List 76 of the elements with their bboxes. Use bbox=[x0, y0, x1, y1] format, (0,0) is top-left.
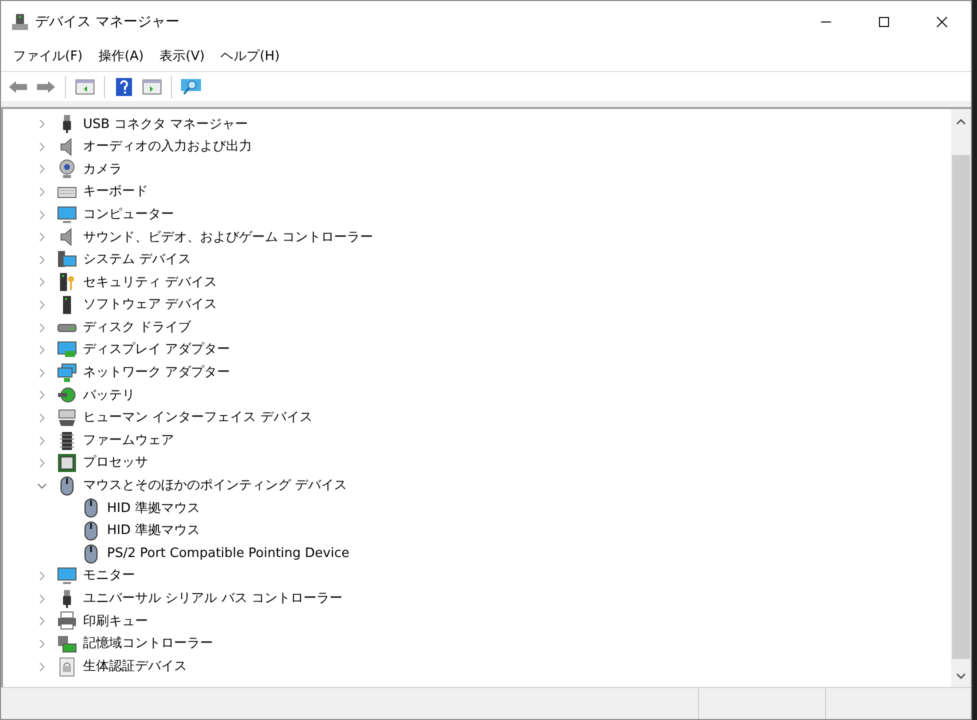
chevron-right-icon[interactable] bbox=[37, 368, 47, 378]
chevron-right-icon[interactable] bbox=[37, 594, 47, 604]
device-manager-icon bbox=[11, 13, 29, 31]
close-icon bbox=[936, 16, 948, 28]
tree-item[interactable]: モニター bbox=[83, 566, 135, 586]
chevron-right-icon[interactable] bbox=[37, 300, 47, 310]
chevron-right-icon[interactable] bbox=[37, 210, 47, 220]
menu-item[interactable]: ヘルプ(H) bbox=[212, 45, 288, 69]
tree-item[interactable]: ソフトウェア デバイス bbox=[83, 295, 218, 315]
webcam-icon bbox=[57, 159, 77, 180]
chevron-right-icon[interactable] bbox=[37, 638, 47, 649]
fingerprint-icon bbox=[57, 656, 77, 677]
forward-arrow-icon bbox=[36, 78, 56, 94]
tree-item[interactable]: ユニバーサル シリアル バス コントローラー bbox=[83, 589, 342, 609]
monitor-icon bbox=[57, 566, 77, 586]
chevron-right-icon[interactable] bbox=[37, 277, 47, 288]
tree-item[interactable]: PS/2 Port Compatible Pointing Device bbox=[107, 544, 350, 564]
tree-item[interactable]: ヒューマン インターフェイス デバイス bbox=[83, 408, 312, 428]
chevron-right-icon[interactable] bbox=[37, 616, 47, 626]
scroll-up-icon[interactable] bbox=[956, 119, 966, 125]
window-title: デバイス マネージャー bbox=[35, 12, 180, 32]
scrollbar[interactable] bbox=[951, 109, 971, 687]
tree-item[interactable]: ディスプレイ アダプター bbox=[83, 340, 230, 360]
tree-item[interactable]: プロセッサ bbox=[83, 453, 148, 473]
gamepad-keyboard-icon bbox=[57, 408, 77, 428]
menu-item[interactable]: ファイル(F) bbox=[5, 45, 91, 69]
chevron-right-icon[interactable] bbox=[37, 413, 47, 424]
chevron-right-icon[interactable] bbox=[37, 458, 47, 468]
back-arrow-icon bbox=[8, 78, 28, 94]
tree-item[interactable]: 印刷キュー bbox=[83, 612, 148, 632]
tree-item[interactable]: バッテリ bbox=[83, 386, 135, 406]
tree-item[interactable]: セキュリティ デバイス bbox=[83, 272, 218, 292]
chevron-down-icon[interactable] bbox=[37, 480, 47, 491]
tree-item[interactable]: マウスとそのほかのポインティング デバイス bbox=[83, 476, 348, 496]
tree-item[interactable]: カメラ bbox=[83, 160, 122, 180]
network-monitors-icon bbox=[57, 362, 77, 383]
chip-icon bbox=[57, 430, 77, 451]
tree-item[interactable]: 生体認証デバイス bbox=[83, 656, 187, 676]
disk-drive-icon bbox=[57, 324, 77, 332]
printer-icon bbox=[57, 611, 77, 632]
chevron-right-icon[interactable] bbox=[37, 254, 47, 265]
tree-item[interactable]: オーディオの入力および出力 bbox=[83, 137, 252, 157]
tree-item[interactable]: コンピューター bbox=[83, 204, 174, 224]
chevron-right-icon[interactable] bbox=[37, 390, 47, 400]
tree-item[interactable]: キーボード bbox=[83, 182, 148, 202]
chevron-right-icon[interactable] bbox=[37, 187, 47, 198]
chevron-right-icon[interactable] bbox=[37, 232, 47, 242]
maximize-icon bbox=[878, 16, 890, 28]
chevron-right-icon[interactable] bbox=[37, 436, 47, 446]
tree-item[interactable]: システム デバイス bbox=[83, 250, 192, 270]
menu-item[interactable]: 操作(A) bbox=[90, 45, 152, 69]
chevron-right-icon[interactable] bbox=[37, 142, 47, 152]
menu-item[interactable]: 表示(V) bbox=[152, 45, 213, 69]
tree-item[interactable]: ファームウェア bbox=[83, 430, 174, 450]
chevron-right-icon[interactable] bbox=[37, 345, 47, 356]
tree-item[interactable]: サウンド、ビデオ、およびゲーム コントローラー bbox=[83, 228, 374, 248]
battery-plug-icon bbox=[57, 385, 77, 406]
chevron-right-icon[interactable] bbox=[37, 164, 47, 174]
processor-icon bbox=[57, 453, 77, 474]
tree-item[interactable]: HID 準拠マウス bbox=[107, 521, 200, 541]
scrollbar-thumb[interactable] bbox=[952, 155, 970, 659]
tree-item[interactable]: ネットワーク アダプター bbox=[83, 363, 230, 383]
tree-item[interactable]: USB コネクタ マネージャー bbox=[83, 114, 248, 134]
computer-icon bbox=[57, 250, 77, 270]
tree-item[interactable]: ディスク ドライブ bbox=[83, 318, 192, 338]
monitor-icon bbox=[57, 204, 77, 225]
keyboard-icon bbox=[57, 186, 77, 198]
device-key-icon bbox=[57, 272, 77, 292]
scroll-down-icon[interactable] bbox=[956, 673, 966, 679]
chevron-right-icon[interactable] bbox=[37, 662, 47, 672]
chevron-right-icon[interactable] bbox=[37, 322, 47, 333]
tree-item[interactable]: 記憶域コントローラー bbox=[83, 634, 213, 654]
storage-controller-icon bbox=[57, 634, 77, 654]
chevron-right-icon[interactable] bbox=[37, 571, 47, 582]
tree-item[interactable]: HID 準拠マウス bbox=[107, 498, 200, 518]
chevron-right-icon[interactable] bbox=[37, 119, 47, 130]
